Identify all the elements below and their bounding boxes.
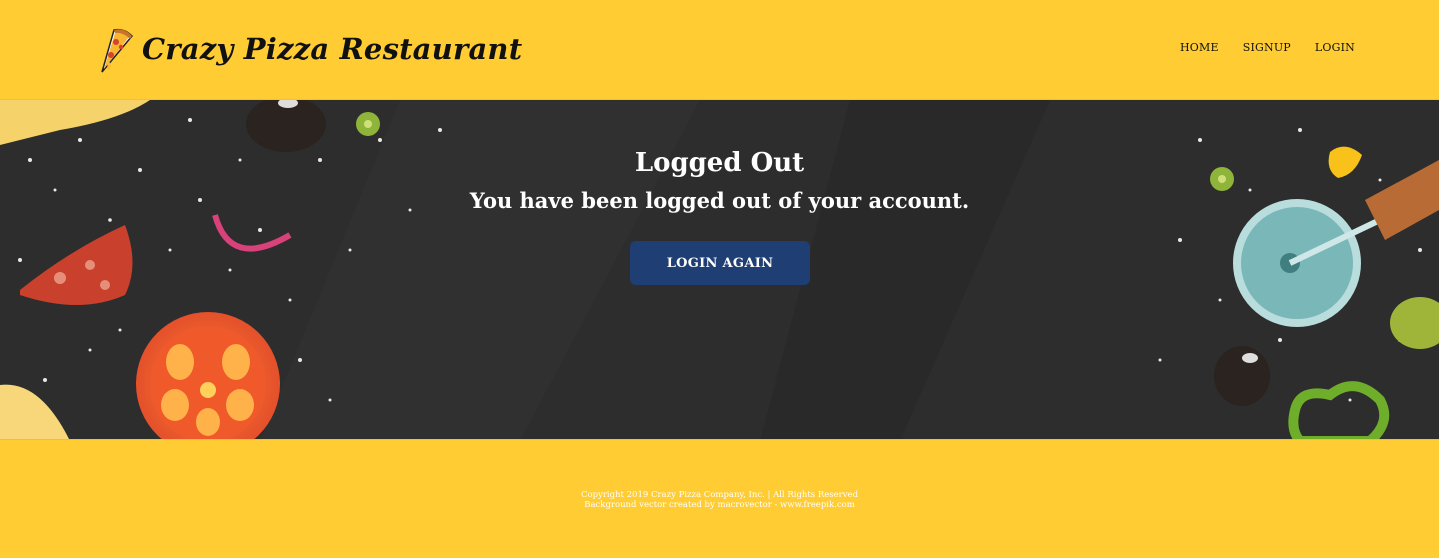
top-nav: HOME SIGNUP LOGIN — [1180, 41, 1355, 54]
nav-home-link[interactable]: HOME — [1180, 41, 1219, 54]
pizza-slice-icon — [101, 28, 134, 73]
logout-message: You have been logged out of your account… — [469, 188, 970, 213]
background-credit-text: Background vector created by macrovector… — [584, 500, 855, 510]
nav-login-link[interactable]: LOGIN — [1315, 41, 1355, 54]
nav-signup-link[interactable]: SIGNUP — [1243, 41, 1291, 54]
hero-banner: Logged Out You have been logged out of y… — [0, 99, 1439, 440]
copyright-text: Copyright 2019 Crazy Pizza Company, Inc.… — [580, 490, 859, 500]
site-footer: Copyright 2019 Crazy Pizza Company, Inc.… — [0, 440, 1439, 558]
footer-text: Copyright 2019 Crazy Pizza Company, Inc.… — [0, 490, 1439, 510]
page-title: Logged Out — [634, 148, 805, 178]
site-header: Crazy Pizza Restaurant HOME SIGNUP LOGIN — [0, 0, 1439, 99]
brand[interactable]: Crazy Pizza Restaurant — [94, 22, 522, 76]
login-again-button[interactable]: LOGIN AGAIN — [630, 241, 810, 285]
brand-title: Crazy Pizza Restaurant — [142, 32, 523, 66]
